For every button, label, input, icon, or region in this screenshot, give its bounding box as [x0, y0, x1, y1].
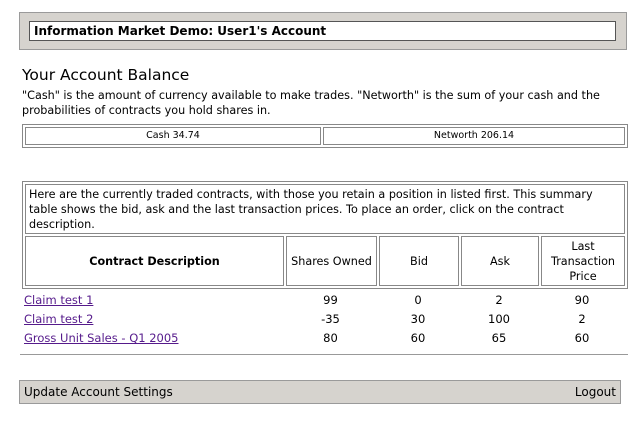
title-bar: Information Market Demo: User1's Account [19, 12, 627, 50]
table-row: Claim test 1 99 0 2 90 [22, 291, 628, 309]
bid-value: 30 [410, 312, 426, 326]
last-price: 90 [574, 293, 590, 307]
cash-value: Cash 34.74 [25, 127, 321, 145]
contract-link[interactable]: Gross Unit Sales - Q1 2005 [24, 329, 179, 347]
contracts-intro: Here are the currently traded contracts,… [25, 184, 625, 234]
column-header-bid: Bid [379, 236, 459, 286]
networth-value: Networth 206.14 [323, 127, 625, 145]
divider [20, 354, 628, 355]
ask-value: 100 [488, 312, 510, 326]
page-title: Information Market Demo: User1's Account [29, 21, 616, 41]
column-header-last-price: Last Transaction Price [541, 236, 625, 286]
contract-link[interactable]: Claim test 1 [24, 291, 93, 309]
column-header-shares: Shares Owned [286, 236, 377, 286]
balance-description: "Cash" is the amount of currency availab… [22, 89, 600, 117]
ask-value: 2 [495, 293, 503, 307]
logout-link[interactable]: Logout [575, 381, 616, 403]
table-row: Claim test 2 -35 30 100 2 [22, 310, 628, 328]
last-price: 60 [574, 331, 590, 345]
footer-bar: Update Account Settings Logout [19, 380, 621, 404]
balance-summary: Cash 34.74 Networth 206.14 [22, 124, 628, 148]
ask-value: 65 [491, 331, 507, 345]
bid-value: 0 [414, 293, 422, 307]
column-header-description: Contract Description [25, 236, 284, 286]
shares-owned: 99 [323, 293, 338, 307]
contracts-table: Here are the currently traded contracts,… [22, 181, 628, 289]
update-account-settings-link[interactable]: Update Account Settings [24, 381, 173, 403]
table-row: Gross Unit Sales - Q1 2005 80 60 65 60 [22, 329, 628, 347]
account-balance-heading: Your Account Balance [22, 66, 190, 84]
last-price: 2 [578, 312, 586, 326]
bid-value: 60 [410, 331, 426, 345]
shares-owned: -35 [321, 312, 340, 326]
contract-link[interactable]: Claim test 2 [24, 310, 93, 328]
column-header-ask: Ask [461, 236, 539, 286]
shares-owned: 80 [323, 331, 338, 345]
